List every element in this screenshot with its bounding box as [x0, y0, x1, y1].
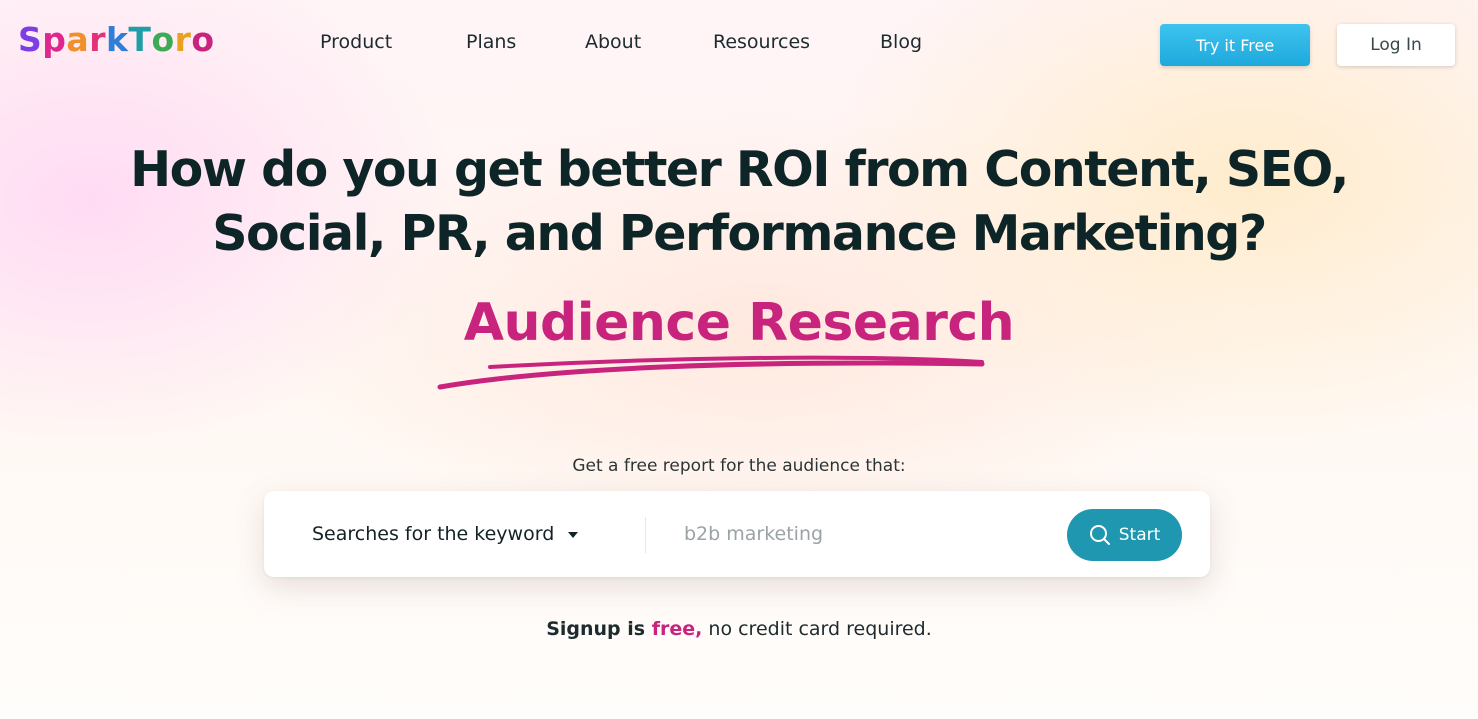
keyword-input[interactable]: [684, 513, 1044, 555]
signup-suffix: no credit card required.: [702, 618, 932, 640]
sparktoro-logo[interactable]: SparkToro: [18, 20, 215, 60]
logo-letter: o: [191, 20, 215, 59]
start-button-label: Start: [1118, 525, 1161, 545]
nav-link-product[interactable]: Product: [320, 31, 392, 53]
nav-link-blog[interactable]: Blog: [880, 31, 922, 53]
nav-link-resources[interactable]: Resources: [713, 31, 810, 53]
search-type-dropdown[interactable]: Searches for the keyword: [312, 491, 579, 577]
logo-letter: r: [174, 20, 192, 59]
hero-headline-line-1: How do you get better ROI from Content, …: [130, 141, 1349, 198]
nav-link-plans[interactable]: Plans: [466, 31, 516, 53]
search-icon: [1089, 525, 1110, 545]
search-type-selected-label: Searches for the keyword: [312, 523, 555, 545]
logo-letter: a: [66, 20, 90, 59]
logo-letter: k: [105, 20, 129, 59]
logo-letter: r: [89, 20, 106, 59]
logo-letter: o: [151, 20, 175, 59]
logo-letter: T: [128, 20, 152, 59]
signup-note: Signup is free, no credit card required.: [0, 618, 1478, 640]
hero-highlight: Audience Research: [463, 293, 1015, 353]
audience-search-card: Searches for the keyword Start: [264, 491, 1210, 577]
log-in-button[interactable]: Log In: [1337, 24, 1455, 66]
hero-headline: How do you get better ROI from Content, …: [0, 138, 1478, 266]
search-divider: [645, 517, 646, 553]
try-it-free-button[interactable]: Try it Free: [1160, 24, 1310, 66]
signup-free-word: free,: [651, 618, 703, 640]
hero-headline-line-2: Social, PR, and Performance Marketing?: [212, 205, 1267, 262]
signup-prefix: Signup is: [546, 618, 652, 640]
nav-link-about[interactable]: About: [585, 31, 641, 53]
brush-underline-decoration: [437, 355, 985, 390]
search-intro-text: Get a free report for the audience that:: [572, 456, 906, 476]
top-navigation: SparkToro Product Plans About Resources …: [0, 0, 1478, 88]
start-button[interactable]: Start: [1067, 509, 1182, 561]
logo-letter: S: [18, 20, 43, 59]
logo-letter: p: [42, 20, 67, 59]
caret-down-icon: [568, 532, 579, 538]
